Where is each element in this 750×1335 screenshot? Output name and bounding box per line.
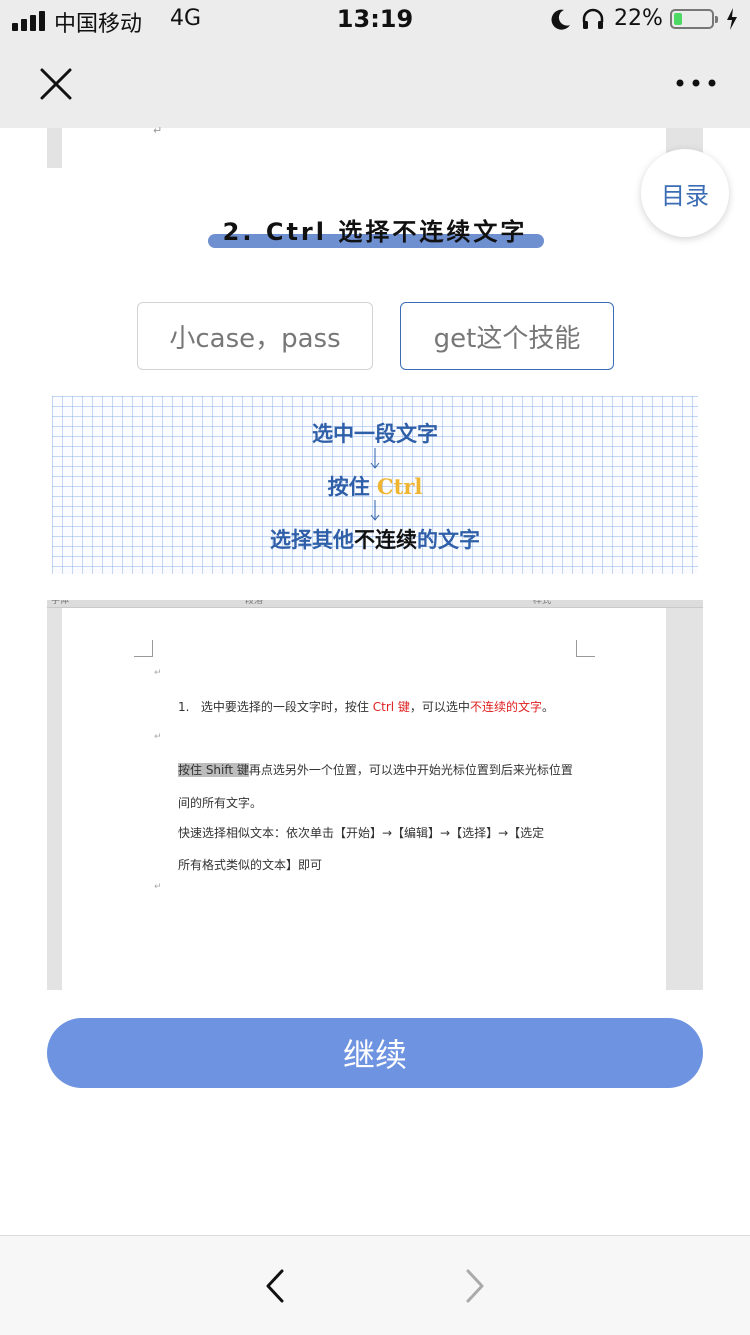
headphone-icon [582, 8, 604, 29]
battery-percent: 22% [614, 6, 663, 31]
section-title: 2. Ctrl 选择不连续文字 [222, 218, 528, 246]
charging-bolt-icon [727, 8, 737, 30]
previous-doc-fragment: ↵ [47, 124, 703, 168]
skip-option-button[interactable]: 小case，pass [137, 302, 373, 370]
paragraph-mark: ↵ [154, 732, 162, 742]
doc-line-1: 1. 选中要选择的一段文字时，按住 Ctrl 键，可以选中不连续的文字。 [178, 700, 554, 714]
word-ribbon: 字体 段落 样式 [47, 600, 703, 608]
paragraph-mark: ↵ [154, 882, 162, 892]
doc-line-2: 按住 Shift 键再点选另外一个位置，可以选中开始光标位置到后来光标位置 [178, 763, 573, 777]
ribbon-label: 样式 [533, 600, 552, 606]
step-1: 选中一段文字 [312, 421, 438, 446]
more-icon[interactable] [672, 68, 720, 98]
down-arrow-icon [370, 448, 380, 469]
ribbon-label: 段落 [245, 600, 264, 606]
back-arrow-icon[interactable] [262, 1268, 290, 1304]
doc-page: ↵ 1. 选中要选择的一段文字时，按住 Ctrl 键，可以选中不连续的文字。 ↵… [62, 608, 666, 990]
paragraph-mark: ↵ [154, 668, 162, 678]
step-3: 选择其他不连续的文字 [270, 527, 480, 552]
doc-line-4: 快速选择相似文本：依次单击【开始】→【编辑】→【选择】→【选定 [178, 826, 545, 840]
steps-illustration: 选中一段文字 按住 Ctrl 选择其他不连续的文字 [52, 396, 698, 574]
moon-icon [551, 9, 570, 30]
forward-arrow-icon[interactable] [460, 1268, 488, 1304]
status-bar: 中国移动 4G 13:19 22% [0, 0, 750, 40]
close-icon[interactable] [36, 64, 76, 104]
word-doc-screenshot: 字体 段落 样式 ↵ 1. 选中要选择的一段文字时，按住 Ctrl 键，可以选中… [47, 600, 703, 990]
step-2: 按住 Ctrl [327, 474, 423, 499]
page-corner-mark [134, 640, 153, 657]
bottom-nav-bar [0, 1235, 750, 1335]
doc-line-5: 所有格式类似的文本】即可 [178, 858, 323, 872]
learn-option-button[interactable]: get这个技能 [400, 302, 614, 370]
battery-icon [670, 9, 718, 29]
ribbon-label: 字体 [51, 600, 70, 606]
page-corner-mark [576, 640, 595, 657]
down-arrow-icon [370, 500, 380, 521]
continue-button[interactable]: 继续 [47, 1018, 703, 1088]
doc-line-3: 间的所有文字。 [178, 796, 263, 810]
paragraph-mark: ↵ [153, 124, 163, 137]
top-bar: 中国移动 4G 13:19 22% [0, 0, 750, 128]
